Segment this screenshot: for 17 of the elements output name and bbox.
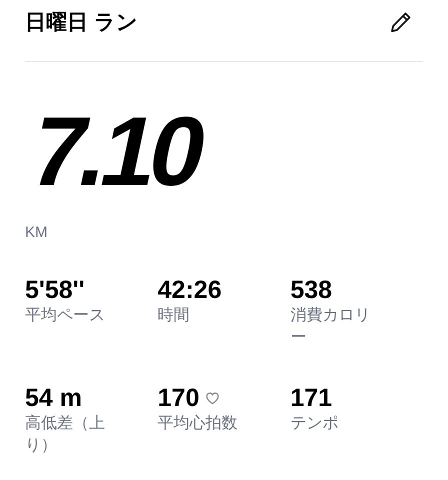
stat-value: 5'58'' [25,274,85,304]
stat-value: 54 m [25,382,82,412]
stat-label: 消費カロリー [290,306,372,348]
heart-icon [205,390,220,404]
edit-icon[interactable] [389,10,413,34]
page-title: 日曜日 ラン [25,12,138,32]
stat-value: 170 [158,382,200,412]
stat-label: 平均ペース [25,306,106,326]
stat-label: テンポ [290,414,340,434]
stat-label: 時間 [158,306,191,326]
stat-label: 高低差（上り） [25,414,106,456]
stat-value: 171 [290,382,332,412]
stat-value: 42:26 [158,274,222,304]
distance-unit: KM [25,223,48,243]
distance-value: 7.10 [22,102,210,200]
stat-label: 平均心拍数 [158,414,239,434]
stat-value: 538 [290,274,332,304]
